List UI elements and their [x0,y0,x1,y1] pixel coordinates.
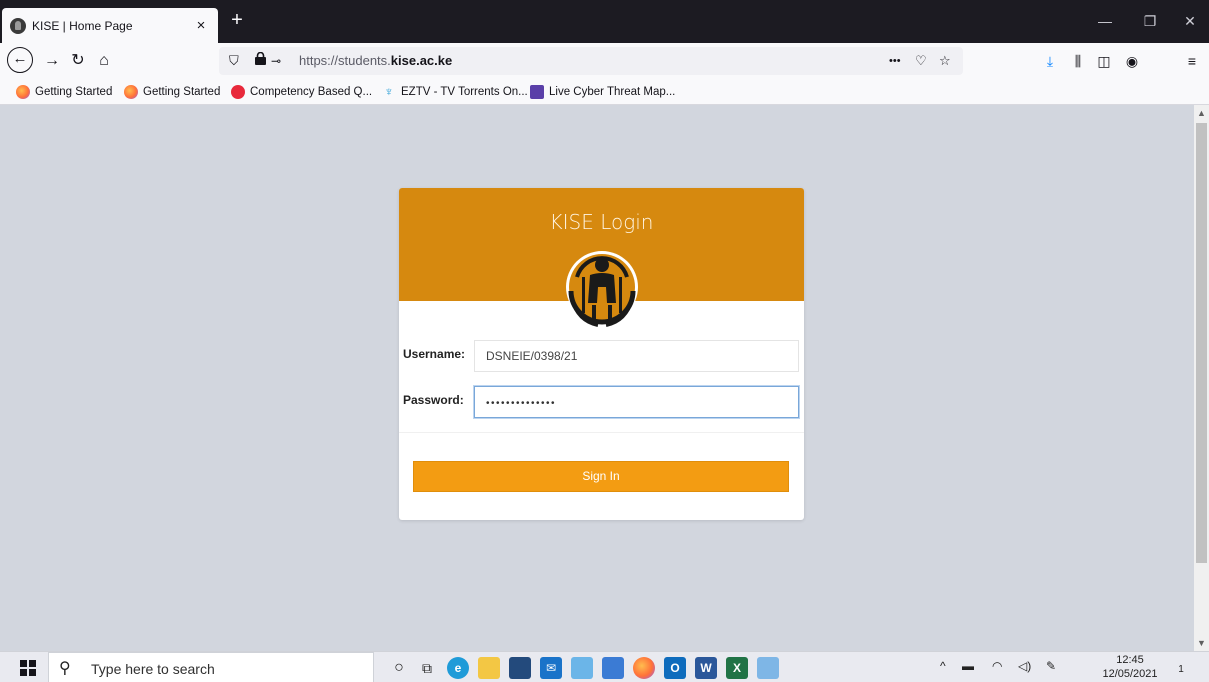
restore-button[interactable]: ❐ [1135,10,1165,32]
bookmark-eztv[interactable]: ♆ EZTV - TV Torrents On... [382,83,528,101]
account-icon[interactable]: ◉ [1120,49,1144,73]
url-text[interactable]: https://students.kise.ac.ke [299,52,452,70]
back-button[interactable]: ← [7,47,33,73]
desktop-screen: KISE | Home Page × + — ❐ ✕ ← → ↻ ⌂ ⛉ ⊸ h… [0,0,1209,682]
password-label: Password: [403,393,464,407]
home-button[interactable]: ⌂ [92,49,116,73]
pen-icon[interactable]: ✎ [1046,659,1056,673]
menu-icon[interactable]: ≡ [1180,49,1204,73]
key-icon[interactable]: ⊸ [271,52,281,70]
password-input[interactable]: •••••••••••••• [474,386,799,418]
new-tab-button[interactable]: + [226,10,248,32]
word-icon[interactable]: W [695,657,717,679]
bookmark-label: Getting Started [35,86,113,98]
clock-time: 12:45 [1116,654,1144,666]
bookmark-threat-map[interactable]: Live Cyber Threat Map... [530,83,675,101]
network-app-icon[interactable] [571,657,593,679]
bookmark-getting-started-2[interactable]: Getting Started [124,83,220,101]
firefox-taskbar-icon[interactable] [633,657,655,679]
lock-icon[interactable] [255,51,266,70]
windows-start-icon[interactable] [20,660,36,676]
search-placeholder: Type here to search [91,661,215,677]
forward-button[interactable]: → [40,49,64,73]
bookmarks-toolbar: Getting Started Getting Started Competen… [0,78,1209,105]
notification-count: 1 [1178,664,1184,675]
kise-logo [566,251,638,327]
file-explorer-icon[interactable] [478,657,500,679]
tray-chevron-icon[interactable]: ^ [940,659,946,673]
scroll-thumb[interactable] [1196,123,1207,563]
clock-date: 12/05/2021 [1102,668,1158,680]
bookmark-label: EZTV - TV Torrents On... [401,86,528,98]
page-viewport: KISE Login Username: DSNEIE/0398/21 Pass… [0,105,1194,651]
navigation-toolbar: ← → ↻ ⌂ ⛉ ⊸ https://students.kise.ac.ke … [0,43,1209,78]
page-scrollbar[interactable]: ▲ ▼ [1194,105,1209,651]
browser-tab-active[interactable]: KISE | Home Page × [2,8,218,43]
close-window-button[interactable]: ✕ [1175,10,1205,32]
sign-in-button[interactable]: Sign In [413,461,789,492]
scroll-up-icon[interactable]: ▲ [1194,105,1209,121]
volume-icon[interactable]: ◁) [1018,659,1031,673]
browser-tab-strip: KISE | Home Page × + — ❐ ✕ [0,0,1209,43]
search-icon: ⚲ [59,660,71,677]
bookmark-competency[interactable]: Competency Based Q... [231,83,372,101]
page-actions-icon[interactable]: ••• [889,52,901,70]
password-dots: •••••••••••••• [486,398,557,409]
sidebar-icon[interactable]: ◫ [1092,49,1116,73]
taskbar-search-box[interactable]: ⚲ Type here to search [48,652,374,682]
task-view-icon[interactable]: ⧉ [416,657,438,679]
downloads-icon[interactable]: ⤓ [1038,49,1062,73]
cortana-icon[interactable]: ○ [388,657,410,679]
tab-close-icon[interactable]: × [192,17,210,34]
library-icon[interactable]: ⫼ [1066,49,1090,73]
notifications-icon[interactable]: 1 [1170,657,1192,679]
scroll-down-icon[interactable]: ▼ [1194,635,1209,651]
kise-favicon-icon [10,17,26,34]
threat-map-icon [530,85,544,99]
edge-icon[interactable]: e [447,657,469,679]
bookmark-star-icon[interactable]: ☆ [939,52,951,70]
bookmark-label: Getting Started [143,86,221,98]
tab-title: KISE | Home Page [32,18,133,33]
pocket-icon[interactable]: ♡ [915,52,927,70]
username-label: Username: [403,347,466,361]
firefox-icon [16,85,30,99]
opera-icon [231,85,245,99]
bookmark-getting-started-1[interactable]: Getting Started [16,83,112,101]
username-input[interactable]: DSNEIE/0398/21 [474,340,799,372]
firefox-icon [124,85,138,99]
password-row: Password: •••••••••••••• [399,386,804,418]
stats-app-icon[interactable] [509,657,531,679]
bookmark-label: Live Cyber Threat Map... [549,86,676,98]
eztv-icon: ♆ [384,84,394,99]
username-row: Username: DSNEIE/0398/21 [399,340,804,372]
bookmark-label: Competency Based Q... [250,86,373,98]
remote-desktop-icon[interactable] [602,657,624,679]
form-divider [399,432,804,433]
address-bar[interactable]: ⛉ ⊸ https://students.kise.ac.ke ••• ♡ ☆ [219,47,963,75]
taskbar-clock[interactable]: 12:45 12/05/2021 [1100,653,1160,681]
mail-icon[interactable]: ✉ [540,657,562,679]
login-title: KISE Login [549,210,654,234]
wifi-icon[interactable]: ◠ [992,659,1002,673]
minimize-button[interactable]: — [1090,10,1120,32]
windows-taskbar: ⚲ Type here to search ○ ⧉ e ✉ O W X ^ ▬ … [0,651,1209,682]
excel-icon[interactable]: X [726,657,748,679]
tracking-shield-icon[interactable]: ⛉ [229,52,239,70]
battery-icon[interactable]: ▬ [962,659,974,673]
outlook-icon[interactable]: O [664,657,686,679]
login-card: KISE Login Username: DSNEIE/0398/21 Pass… [399,188,804,520]
reload-button[interactable]: ↻ [66,49,90,73]
paint-icon[interactable] [757,657,779,679]
